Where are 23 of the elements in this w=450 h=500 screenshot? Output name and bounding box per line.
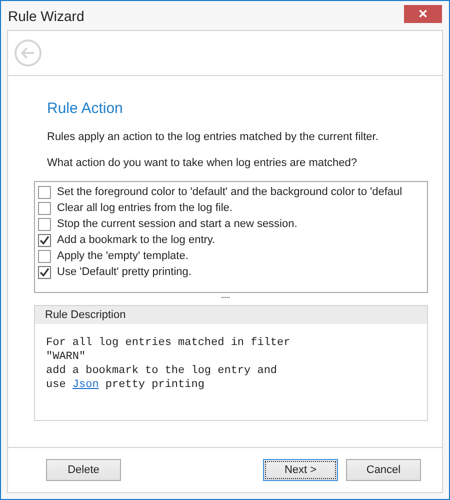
page-heading: Rule Action (47, 100, 124, 117)
action-checkbox[interactable]: Set the foreground color to 'default' and the background color to 'defaul (38, 184, 424, 200)
action-checkbox[interactable]: Add a bookmark to the log entry. (38, 232, 424, 248)
description-title: Rule Description (35, 306, 427, 324)
next-button[interactable]: Next > (263, 459, 338, 481)
format-link[interactable]: Json (72, 379, 99, 391)
close-button[interactable]: ✕ (404, 4, 442, 22)
action-checkbox[interactable]: Apply the 'empty' template. (38, 248, 424, 264)
description-line: add a bookmark to the log entry and (46, 364, 278, 378)
delete-button[interactable]: Delete (46, 459, 121, 481)
checkmark-icon (39, 266, 50, 278)
action-checkbox[interactable]: Use 'Default' pretty printing. (38, 264, 424, 280)
description-line: For all log entries matched in filter (46, 336, 292, 350)
intro-text: Rules apply an action to the log entries matched by the current filter. (47, 131, 380, 143)
action-checkbox[interactable]: Stop the current session and start a new session. (38, 216, 424, 232)
window-title: Rule Wizard (8, 8, 84, 24)
checkmark-icon (39, 234, 50, 246)
description-line: use Json pretty printing (46, 378, 206, 392)
description-line: "WARN" (46, 350, 87, 364)
cancel-button[interactable]: Cancel (346, 459, 421, 481)
splitter-handle[interactable]: ..... (220, 293, 230, 303)
action-checkbox[interactable]: Clear all log entries from the log file. (38, 200, 424, 216)
question-text: What action do you want to take when log entries are matched? (47, 157, 358, 169)
